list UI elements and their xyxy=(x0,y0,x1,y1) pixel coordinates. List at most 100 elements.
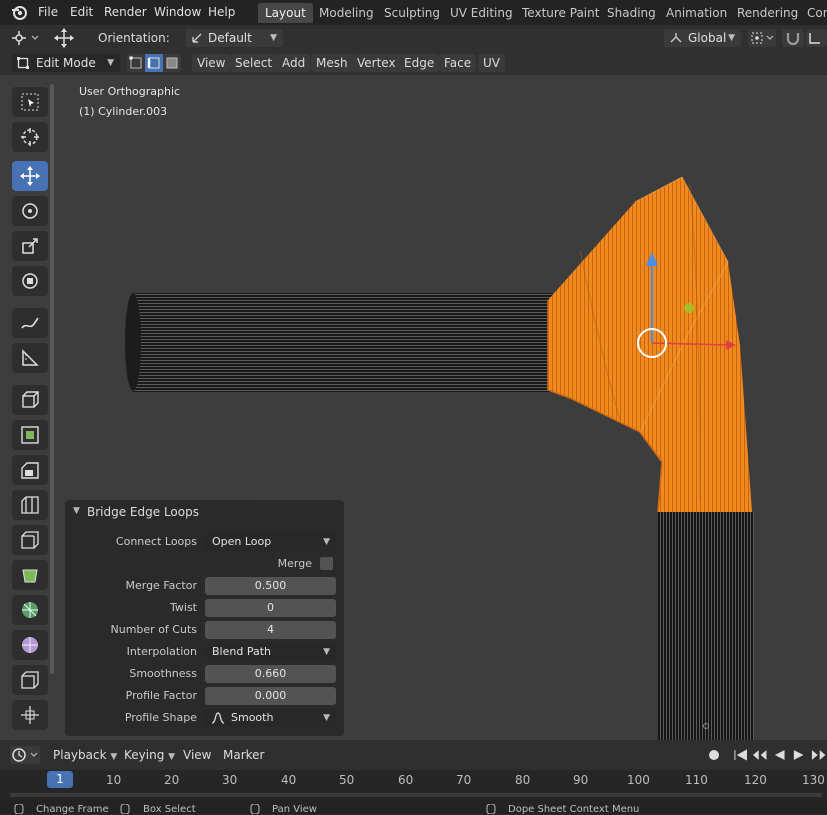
bevel-tool[interactable] xyxy=(12,490,48,520)
orientation-label: Orientation: xyxy=(98,31,170,45)
header-menu-vertex[interactable]: Vertex xyxy=(352,54,401,72)
tab-animation[interactable]: Animation xyxy=(659,3,734,23)
annotate-tool[interactable] xyxy=(12,308,48,338)
menu-window[interactable]: Window xyxy=(151,3,204,21)
menu-edit[interactable]: Edit xyxy=(67,3,96,21)
next-keyframe-icon[interactable] xyxy=(810,747,827,763)
profile-factor-field[interactable]: 0.000 xyxy=(205,687,336,705)
operator-title: Bridge Edge Loops xyxy=(87,505,199,519)
timeline-menu-playback[interactable]: Playback ▼ xyxy=(48,746,122,764)
menu-help[interactable]: Help xyxy=(205,3,238,21)
chevron-down-icon: ▼ xyxy=(323,647,330,657)
orientation-icon xyxy=(192,33,202,43)
header-menu-uv[interactable]: UV xyxy=(478,54,505,72)
collapse-arrow-icon[interactable]: ▼ xyxy=(73,506,80,516)
snap-target-dropdown[interactable] xyxy=(806,29,827,47)
record-button[interactable] xyxy=(705,747,723,763)
timeline-scrollbar[interactable] xyxy=(10,793,822,797)
blender-logo-icon[interactable] xyxy=(10,4,28,22)
shrink-fatten-tool[interactable] xyxy=(12,700,48,730)
poly-build-tool[interactable] xyxy=(12,560,48,590)
play-icon[interactable] xyxy=(790,747,807,763)
mode-dropdown[interactable]: Edit Mode ▼ xyxy=(12,54,120,72)
face-select-button[interactable] xyxy=(163,54,181,72)
orientation-value: Default xyxy=(208,31,252,45)
header-menu-add[interactable]: Add xyxy=(277,54,311,72)
transform-tool[interactable] xyxy=(12,266,48,296)
tab-texture-paint[interactable]: Texture Paint xyxy=(515,3,606,23)
frame-tick-label: 80 xyxy=(515,773,531,787)
prev-keyframe-icon[interactable] xyxy=(751,747,768,763)
inset-icon xyxy=(21,462,39,479)
tab-compositing[interactable]: Con xyxy=(800,3,827,23)
timeline-ruler[interactable]: 1 10 20 30 40 50 60 70 80 90 100 110 120… xyxy=(0,770,827,790)
orientation-dropdown[interactable]: Default ▼ xyxy=(186,29,283,47)
add-cube-tool[interactable] xyxy=(12,385,48,415)
twist-field[interactable]: 0 xyxy=(205,599,336,617)
tool-settings-header: Orientation: Default ▼ Global ▼ xyxy=(0,25,827,51)
profile-shape-dropdown[interactable]: Smooth ▼ xyxy=(205,709,336,727)
field-label: Profile Factor xyxy=(125,689,197,702)
smooth-icon xyxy=(22,637,38,653)
transform-orientation-dropdown[interactable]: Global ▼ xyxy=(664,29,741,47)
tab-rendering[interactable]: Rendering xyxy=(730,3,805,23)
snap-toggle[interactable] xyxy=(782,29,804,47)
smoothness-field[interactable]: 0.660 xyxy=(205,665,336,683)
smooth-tool[interactable] xyxy=(12,630,48,660)
timeline-menu-marker[interactable]: Marker xyxy=(218,746,269,764)
connect-loops-dropdown[interactable]: Open Loop ▼ xyxy=(205,533,336,551)
edge-select-button[interactable] xyxy=(145,54,163,72)
tab-uv-editing[interactable]: UV Editing xyxy=(443,3,520,23)
header-menu-face[interactable]: Face xyxy=(439,54,477,72)
menu-file[interactable]: File xyxy=(35,3,61,21)
frame-tick-label: 10 xyxy=(106,773,122,787)
tab-layout[interactable]: Layout xyxy=(258,3,313,23)
timeline-editor-icon xyxy=(12,748,38,762)
move-tool[interactable] xyxy=(12,161,48,191)
interpolation-dropdown[interactable]: Blend Path ▼ xyxy=(205,643,336,661)
loop-cut-tool[interactable] xyxy=(12,525,48,555)
shear-tool[interactable] xyxy=(12,665,48,695)
tab-sculpting[interactable]: Sculpting xyxy=(377,3,447,23)
menu-render[interactable]: Render xyxy=(101,3,150,21)
timeline-scroll-area[interactable] xyxy=(0,790,827,800)
status-hint: Change Frame xyxy=(36,804,109,815)
timeline-menu-view[interactable]: View xyxy=(178,746,216,764)
header-menu-edge[interactable]: Edge xyxy=(399,54,440,72)
pivot-icon xyxy=(12,31,39,45)
play-reverse-icon[interactable] xyxy=(771,747,788,763)
number-of-cuts-field[interactable]: 4 xyxy=(205,621,336,639)
pivot-point-dropdown[interactable] xyxy=(748,29,776,47)
rotate-tool[interactable] xyxy=(12,196,48,226)
shrink-fatten-icon xyxy=(21,706,39,724)
editor-type-dropdown[interactable] xyxy=(10,746,40,764)
merge-checkbox[interactable] xyxy=(320,557,333,570)
measure-tool[interactable] xyxy=(12,343,48,373)
header-menu-view[interactable]: View xyxy=(192,54,231,72)
jump-start-icon[interactable] xyxy=(732,747,749,763)
cursor-tool[interactable] xyxy=(12,122,48,152)
transform-pivot-dropdown[interactable] xyxy=(10,29,40,47)
vertex-select-button[interactable] xyxy=(127,54,145,72)
field-label: Merge xyxy=(277,557,312,570)
move-icon xyxy=(20,166,40,186)
extrude-tool[interactable] xyxy=(12,420,48,450)
spin-tool[interactable] xyxy=(12,595,48,625)
select-box-tool[interactable] xyxy=(12,87,48,117)
dropdown-value: Blend Path xyxy=(212,645,271,658)
frame-tick-label: 110 xyxy=(685,773,708,787)
toolbar-scrollbar[interactable] xyxy=(50,84,54,674)
snap-icon xyxy=(809,33,820,44)
timeline-menu-keying[interactable]: Keying ▼ xyxy=(119,746,180,764)
tab-shading[interactable]: Shading xyxy=(600,3,663,23)
merge-factor-field[interactable]: 0.500 xyxy=(205,577,336,595)
tab-modeling[interactable]: Modeling xyxy=(312,3,381,23)
mouse-middle-icon xyxy=(250,804,260,814)
header-menu-mesh[interactable]: Mesh xyxy=(311,54,353,72)
current-frame-indicator[interactable]: 1 xyxy=(47,771,73,788)
move-tool-icon[interactable] xyxy=(52,27,76,49)
inset-tool[interactable] xyxy=(12,455,48,485)
shear-icon xyxy=(21,671,39,689)
header-menu-select[interactable]: Select xyxy=(230,54,278,72)
scale-tool[interactable] xyxy=(12,231,48,261)
